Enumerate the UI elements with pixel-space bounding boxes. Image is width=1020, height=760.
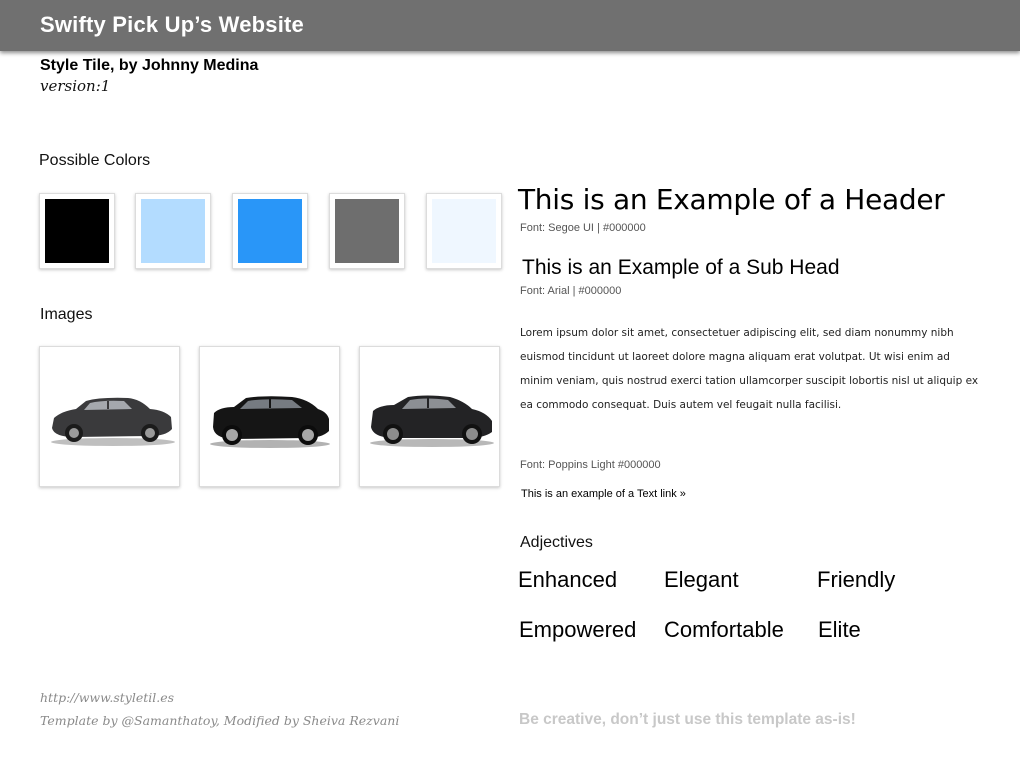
adjectives-section-label: Adjectives bbox=[520, 534, 593, 551]
footer-note: Be creative, don’t just use this templat… bbox=[519, 711, 856, 728]
body-text-example: Lorem ipsum dolor sit amet, consectetuer… bbox=[520, 327, 979, 411]
body-font-note: Font: Poppins Light #000000 bbox=[520, 459, 661, 471]
adjective-enhanced: Enhanced bbox=[518, 567, 618, 592]
image-card-2 bbox=[199, 346, 340, 487]
header-example: This is an Example of a Header bbox=[518, 183, 945, 216]
subhead-font-note: Font: Arial | #000000 bbox=[520, 285, 622, 297]
style-tile-title: Style Tile, by Johnny Medina bbox=[40, 57, 259, 74]
color-swatch-blue bbox=[232, 193, 308, 269]
adjective-friendly: Friendly bbox=[817, 567, 896, 592]
gray-suv-photo bbox=[51, 397, 175, 446]
adjective-elite: Elite bbox=[818, 617, 861, 642]
color-swatch-black bbox=[39, 193, 115, 269]
footer-url: http://www.styletil.es bbox=[40, 690, 175, 705]
colors-section-label: Possible Colors bbox=[39, 152, 151, 169]
header-font-note: Font: Segoe UI | #000000 bbox=[520, 222, 646, 234]
image-card-3 bbox=[359, 346, 500, 487]
adjective-empowered: Empowered bbox=[519, 617, 637, 642]
adjective-comfortable: Comfortable bbox=[664, 617, 784, 642]
dark-crossover-photo bbox=[370, 395, 494, 447]
site-title: Swifty Pick Up’s Website bbox=[40, 12, 304, 37]
text-link-example[interactable]: This is an example of a Text link » bbox=[521, 488, 686, 500]
color-swatch-light-blue bbox=[135, 193, 211, 269]
color-swatch-gray bbox=[329, 193, 405, 269]
images-section-label: Images bbox=[40, 306, 93, 323]
black-suv-photo bbox=[210, 396, 330, 448]
image-card-1 bbox=[39, 346, 180, 487]
subhead-example: This is an Example of a Sub Head bbox=[522, 256, 840, 279]
color-swatch-pale-blue bbox=[426, 193, 502, 269]
top-bar: Swifty Pick Up’s Website bbox=[0, 0, 1020, 51]
adjective-elegant: Elegant bbox=[664, 567, 739, 592]
footer-credit: Template by @Samanthatoy, Modified by Sh… bbox=[40, 713, 400, 728]
version-label: version:1 bbox=[40, 77, 111, 95]
